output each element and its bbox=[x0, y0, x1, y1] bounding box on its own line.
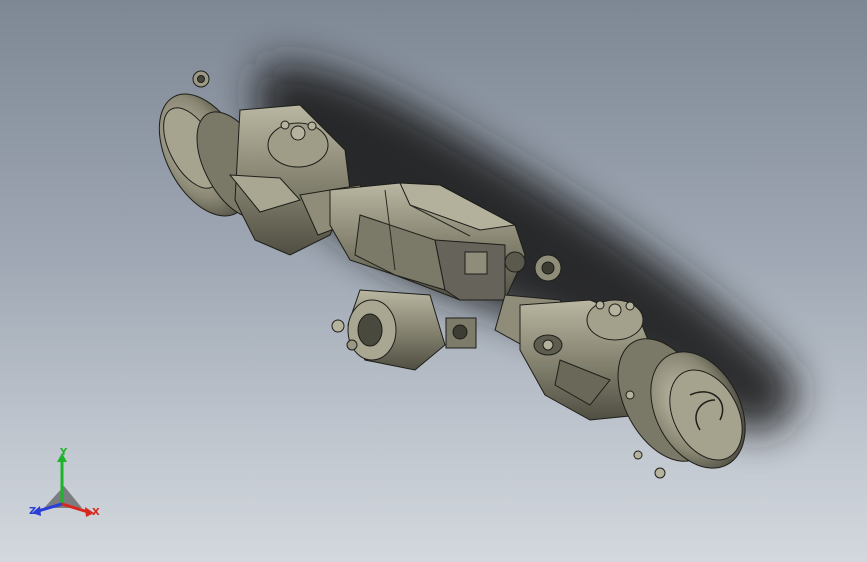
z-axis-label: Z bbox=[29, 506, 37, 517]
model-view[interactable] bbox=[0, 0, 867, 562]
graphics-viewport[interactable]: Y X Z bbox=[0, 0, 867, 562]
view-triad[interactable]: Y X Z bbox=[24, 448, 104, 528]
x-axis-label: X bbox=[92, 507, 100, 518]
input-flange[interactable] bbox=[331, 289, 477, 371]
y-axis-label: Y bbox=[60, 447, 68, 458]
